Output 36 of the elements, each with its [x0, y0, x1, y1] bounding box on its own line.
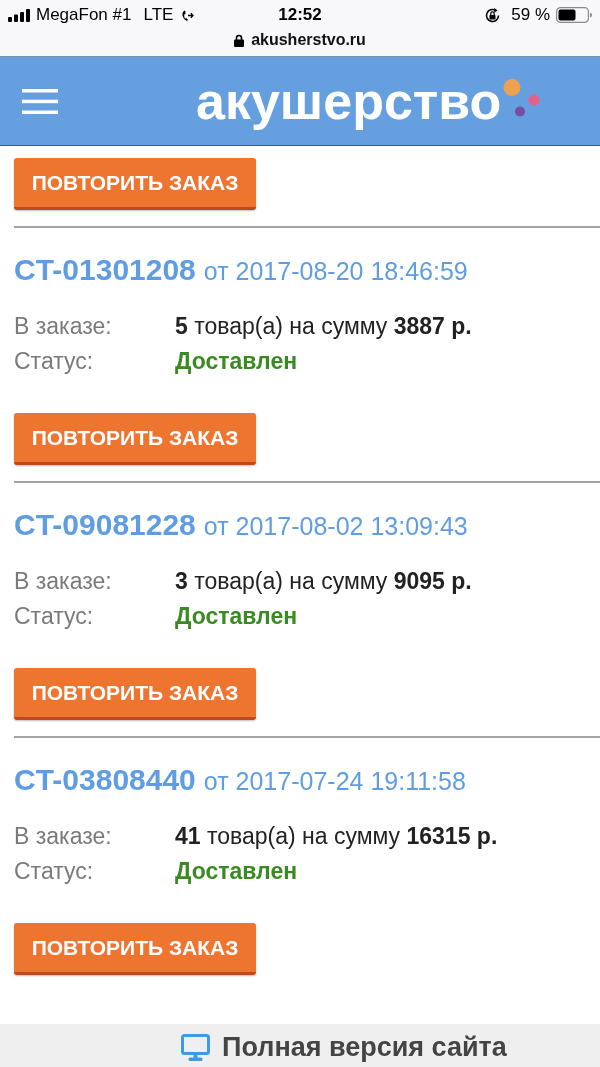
items-summary: 41 товар(а) на сумму 16315 р.: [175, 822, 498, 851]
order-date: от 2017-08-20 18:46:59: [203, 256, 468, 287]
order-number-link[interactable]: CT-09081228: [14, 508, 196, 542]
repeat-order-button[interactable]: ПОВТОРИТЬ ЗАКАЗ: [14, 923, 256, 975]
items-summary: 5 товар(а) на сумму 3887 р.: [175, 312, 472, 341]
repeat-order-button[interactable]: ПОВТОРИТЬ ЗАКАЗ: [14, 668, 256, 720]
rotation-lock-icon: [484, 6, 502, 24]
order-status: Доставлен: [175, 347, 299, 376]
network-type: LTE: [143, 5, 174, 25]
status-label: Статус:: [14, 347, 95, 376]
monitor-icon: [181, 1033, 210, 1061]
logo-dots-icon: [503, 77, 541, 117]
order-status: Доставлен: [175, 602, 299, 631]
order-number-link[interactable]: CT-01301208: [14, 253, 196, 287]
items-label: В заказе:: [14, 567, 113, 596]
order-status: Доставлен: [175, 857, 299, 886]
full-version-link[interactable]: Полная версия сайта: [222, 1031, 507, 1063]
menu-icon[interactable]: [22, 88, 58, 114]
items-label: В заказе:: [14, 312, 113, 341]
status-label: Статус:: [14, 602, 95, 631]
battery-percent: 59 %: [511, 5, 550, 25]
carrier-name: MegaFon #1: [36, 5, 132, 25]
phone-arrow-icon: [181, 8, 195, 22]
items-label: В заказе:: [14, 822, 113, 851]
lock-icon: [234, 33, 245, 47]
items-summary: 3 товар(а) на сумму 9095 р.: [175, 567, 472, 596]
status-label: Статус:: [14, 857, 95, 886]
repeat-order-button[interactable]: ПОВТОРИТЬ ЗАКАЗ: [14, 413, 256, 465]
battery-icon: [556, 7, 592, 23]
repeat-order-button[interactable]: ПОВТОРИТЬ ЗАКАЗ: [14, 158, 256, 210]
order-number-link[interactable]: CT-03808440: [14, 763, 196, 797]
order-date: от 2017-08-02 13:09:43: [203, 511, 468, 542]
signal-icon: [8, 8, 30, 22]
url-address[interactable]: akusherstvo.ru: [251, 31, 366, 49]
clock-time: 12:52: [278, 5, 322, 25]
order-date: от 2017-07-24 19:11:58: [203, 766, 466, 797]
